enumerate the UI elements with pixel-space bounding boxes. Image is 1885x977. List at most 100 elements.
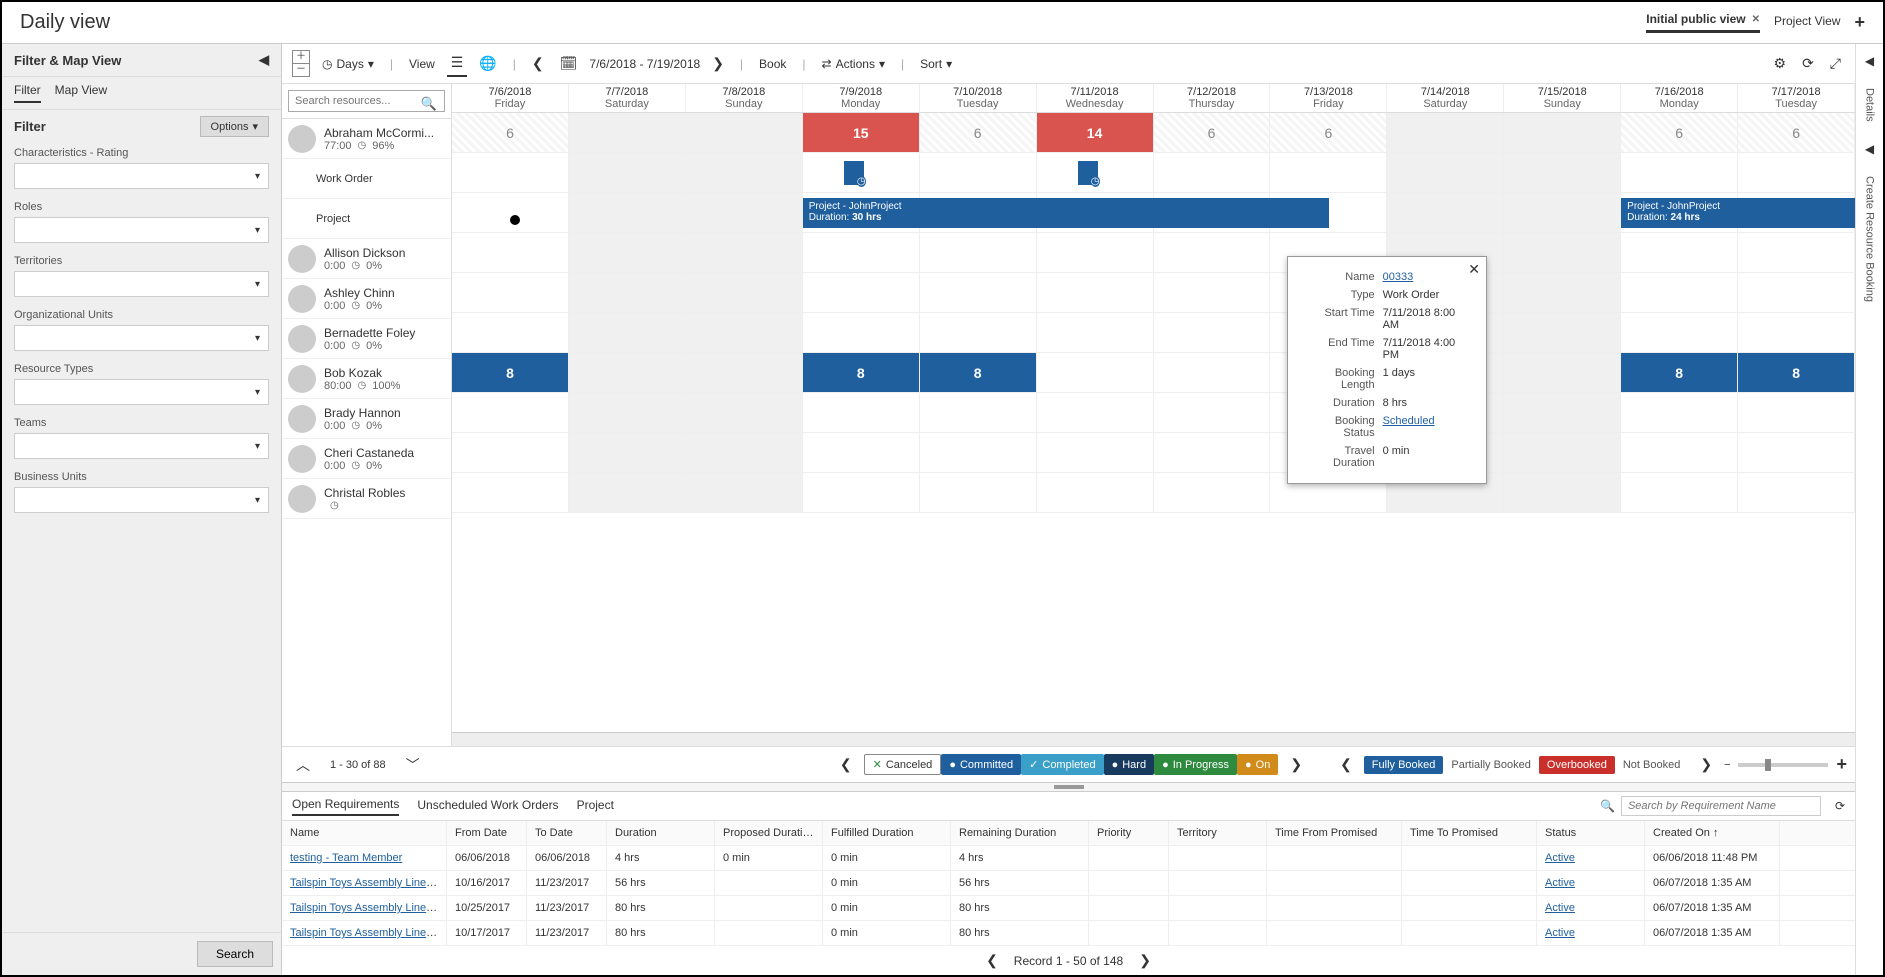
- booking-state-pill[interactable]: Partially Booked: [1443, 756, 1539, 774]
- resource-row[interactable]: Brady Hannon 0:00◷0%: [282, 399, 451, 439]
- filter-tab-map[interactable]: Map View: [55, 83, 107, 103]
- schedule-cell[interactable]: [686, 433, 803, 472]
- schedule-cell[interactable]: [569, 433, 686, 472]
- schedule-cell[interactable]: [569, 393, 686, 432]
- next-range-button[interactable]: ❯: [708, 51, 728, 76]
- status-scroll-right[interactable]: ❯: [1284, 756, 1308, 773]
- schedule-cell[interactable]: [1387, 193, 1504, 232]
- schedule-cell[interactable]: [686, 473, 803, 512]
- collapse-right-icon[interactable]: ◀: [1865, 142, 1874, 156]
- timescale-selector[interactable]: ◷ Days ▾: [318, 55, 378, 73]
- schedule-cell[interactable]: [1504, 393, 1621, 432]
- schedule-cell[interactable]: [1504, 273, 1621, 312]
- book-button[interactable]: Book: [755, 55, 790, 73]
- schedule-cell[interactable]: [1738, 473, 1855, 512]
- resource-row[interactable]: Ashley Chinn 0:00◷0%: [282, 279, 451, 319]
- schedule-cell[interactable]: [1037, 433, 1154, 472]
- schedule-cell[interactable]: [920, 233, 1037, 272]
- globe-icon[interactable]: 🌐: [475, 51, 500, 76]
- schedule-cell[interactable]: [1621, 473, 1738, 512]
- schedule-cell[interactable]: [920, 313, 1037, 352]
- booking-state-pill[interactable]: Not Booked: [1615, 756, 1688, 774]
- schedule-cell[interactable]: [569, 113, 686, 152]
- resource-row[interactable]: Christal Robles ◷: [282, 479, 451, 519]
- schedule-cell[interactable]: [686, 313, 803, 352]
- zoom-in-button[interactable]: +: [1836, 754, 1847, 775]
- schedule-cell[interactable]: [1738, 313, 1855, 352]
- status-filter-pill[interactable]: ✓ Completed: [1021, 754, 1103, 775]
- schedule-cell[interactable]: [1504, 233, 1621, 272]
- column-header[interactable]: Duration: [607, 821, 715, 845]
- bottom-tab-open-req[interactable]: Open Requirements: [292, 797, 399, 816]
- search-icon[interactable]: 🔍: [421, 96, 437, 112]
- gear-icon[interactable]: ⚙: [1770, 51, 1791, 76]
- schedule-cell[interactable]: [569, 473, 686, 512]
- resource-row[interactable]: Allison Dickson 0:00◷0%: [282, 239, 451, 279]
- schedule-cell[interactable]: [1738, 433, 1855, 472]
- status-scroll-left[interactable]: ❮: [834, 756, 858, 773]
- schedule-cell[interactable]: [803, 393, 920, 432]
- close-icon[interactable]: ✕: [1752, 14, 1760, 25]
- schedule-cell[interactable]: [1621, 393, 1738, 432]
- schedule-cell[interactable]: [1738, 273, 1855, 312]
- requirement-row[interactable]: Tailspin Toys Assembly Line Transfo...10…: [282, 921, 1855, 946]
- zoom-out-button[interactable]: −: [1724, 759, 1730, 771]
- fullscreen-icon[interactable]: ⤢: [1826, 51, 1845, 76]
- schedule-cell[interactable]: [1037, 473, 1154, 512]
- requirement-name-link[interactable]: testing - Team Member: [290, 852, 402, 864]
- schedule-cell[interactable]: 8: [803, 353, 920, 392]
- prev-range-button[interactable]: ❮: [528, 51, 548, 76]
- schedule-cell[interactable]: [1504, 473, 1621, 512]
- requirement-search-input[interactable]: [1621, 796, 1821, 816]
- schedule-cell[interactable]: [686, 113, 803, 152]
- bottom-pager-prev[interactable]: ❮: [980, 952, 1004, 969]
- expand-down-icon[interactable]: ﹀: [400, 755, 426, 775]
- expand-collapse-all[interactable]: ＋ －: [292, 50, 310, 77]
- column-header[interactable]: Priority: [1089, 821, 1169, 845]
- schedule-cell[interactable]: [569, 153, 686, 192]
- schedule-cell[interactable]: [920, 473, 1037, 512]
- schedule-cell[interactable]: [1504, 193, 1621, 232]
- schedule-cell[interactable]: 6: [1270, 113, 1387, 152]
- schedule-cell[interactable]: 8: [1621, 353, 1738, 392]
- schedule-cell[interactable]: [1154, 433, 1271, 472]
- schedule-cell[interactable]: [1037, 353, 1154, 392]
- list-view-icon[interactable]: ☰: [447, 50, 468, 77]
- requirement-row[interactable]: testing - Team Member06/06/201806/06/201…: [282, 846, 1855, 871]
- project-booking-bar[interactable]: Project - JohnProjectDuration: 24 hrs: [1621, 198, 1855, 228]
- status-link[interactable]: Active: [1545, 902, 1575, 914]
- create-booking-panel-tab[interactable]: Create Resource Booking: [1864, 176, 1876, 302]
- schedule-cell[interactable]: [686, 193, 803, 232]
- column-header[interactable]: Time From Promised: [1267, 821, 1402, 845]
- filter-tab-filter[interactable]: Filter: [14, 83, 41, 103]
- requirement-row[interactable]: Tailspin Toys Assembly Line Transfo...10…: [282, 871, 1855, 896]
- schedule-cell[interactable]: [452, 153, 569, 192]
- schedule-cell[interactable]: 6: [452, 113, 569, 152]
- close-icon[interactable]: ✕: [1468, 261, 1480, 278]
- bottom-tab-project[interactable]: Project: [577, 798, 614, 815]
- filter-dropdown[interactable]: ▾: [14, 487, 269, 513]
- filter-options-button[interactable]: Options ▾: [200, 116, 269, 137]
- bottom-tab-unscheduled[interactable]: Unscheduled Work Orders: [417, 798, 558, 815]
- status-link[interactable]: Active: [1545, 927, 1575, 939]
- status-filter-pill[interactable]: ● Hard: [1104, 754, 1155, 775]
- filter-dropdown[interactable]: ▾: [14, 325, 269, 351]
- view-tab-project[interactable]: Project View: [1774, 14, 1840, 32]
- collapse-left-icon[interactable]: ◀: [259, 52, 269, 68]
- schedule-cell[interactable]: [686, 353, 803, 392]
- column-header[interactable]: Fulfilled Duration: [823, 821, 951, 845]
- schedule-cell[interactable]: [920, 153, 1037, 192]
- schedule-cell[interactable]: [1504, 353, 1621, 392]
- schedule-cell[interactable]: [1621, 313, 1738, 352]
- schedule-cell[interactable]: [1387, 153, 1504, 192]
- bottom-pager-next[interactable]: ❯: [1133, 952, 1157, 969]
- schedule-cell[interactable]: [1154, 393, 1271, 432]
- schedule-cell[interactable]: [569, 313, 686, 352]
- column-header[interactable]: Proposed Duration: [715, 821, 823, 845]
- calendar-icon[interactable]: 🗓: [556, 51, 582, 76]
- view-tab-initial[interactable]: Initial public view ✕: [1646, 12, 1760, 33]
- schedule-cell[interactable]: [1270, 153, 1387, 192]
- schedule-cell[interactable]: 6: [920, 113, 1037, 152]
- schedule-cell[interactable]: [569, 233, 686, 272]
- book-scroll-right[interactable]: ❯: [1694, 756, 1718, 773]
